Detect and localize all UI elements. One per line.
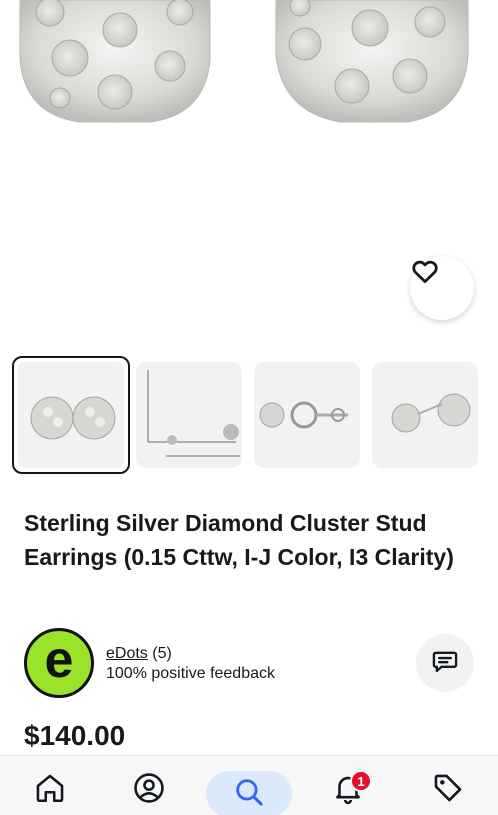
thumbnail-size-chart-image	[147, 370, 240, 457]
nav-home[interactable]	[26, 766, 74, 814]
contact-seller-button[interactable]	[416, 634, 474, 692]
home-icon	[33, 771, 67, 810]
seller-logo-letter: e	[44, 631, 74, 689]
listing-price: $140.00	[24, 720, 126, 751]
user-icon	[132, 771, 166, 810]
bottom-navigation	[0, 755, 498, 815]
thumbnail-earrings-image	[30, 396, 116, 440]
nav-search[interactable]	[206, 771, 292, 815]
product-main-image[interactable]	[0, 0, 498, 345]
seller-info: eDots (5)	[106, 644, 172, 664]
thumbnail-side-image	[391, 393, 471, 433]
nav-selling[interactable]	[424, 766, 472, 814]
seller-feedback-score: 100% positive feedback	[106, 665, 275, 682]
thumbnail-3[interactable]	[254, 362, 360, 468]
thumbnail-2[interactable]	[136, 362, 242, 468]
notification-badge: 1	[350, 770, 372, 792]
favorite-button[interactable]	[410, 256, 474, 320]
thumbnail-strip	[0, 356, 498, 474]
search-icon	[232, 775, 266, 814]
nav-account[interactable]	[125, 766, 173, 814]
thumbnail-front-back-image	[259, 401, 348, 429]
thumbnail-4[interactable]	[372, 362, 478, 468]
tag-icon	[431, 771, 465, 810]
message-icon	[431, 647, 459, 680]
listing-title: Sterling Silver Diamond Cluster Stud Ear…	[24, 510, 454, 570]
seller-avatar[interactable]: e	[24, 628, 94, 698]
seller-name-link[interactable]: eDots	[106, 645, 148, 662]
seller-feedback-count: (5)	[152, 645, 172, 662]
thumbnail-1[interactable]	[12, 356, 130, 474]
